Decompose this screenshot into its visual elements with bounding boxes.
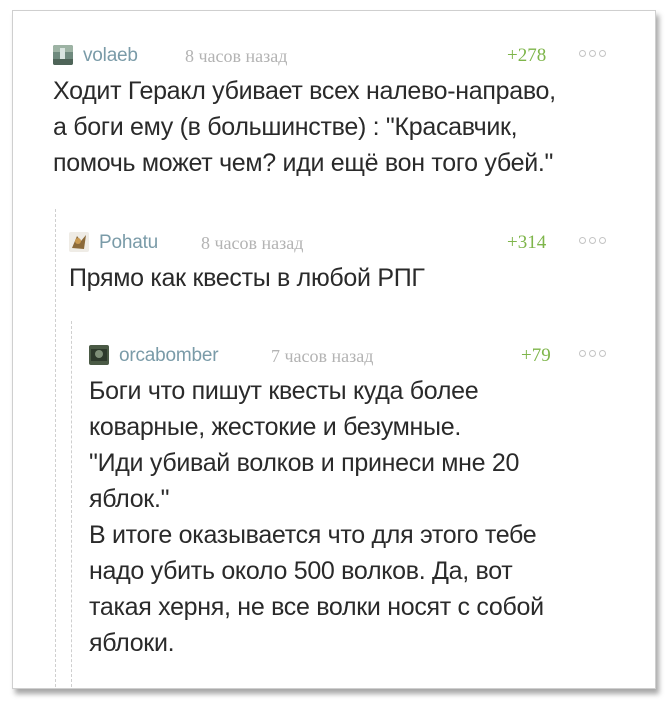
more-options-icon[interactable]	[579, 237, 606, 244]
thread-line-level-1	[55, 209, 56, 687]
thread-line-level-2	[71, 321, 72, 687]
comment-paragraph: Боги что пишут квесты куда более коварны…	[89, 377, 479, 441]
rating: +278	[507, 45, 547, 66]
comment-meta: orcabomber 7 часов назад +79	[89, 345, 623, 373]
comment-paragraph: В итоге оказывается что для этого тебе н…	[89, 521, 544, 657]
username[interactable]: volaeb	[83, 45, 138, 67]
comment-volaeb: volaeb 8 часов назад +278 Ходит Геракл у…	[53, 45, 623, 181]
more-options-icon[interactable]	[579, 50, 606, 57]
comment-meta: volaeb 8 часов назад +278	[53, 45, 623, 73]
orca-avatar-icon[interactable]	[89, 345, 109, 365]
rating: +314	[507, 232, 547, 253]
comment-meta: Pohatu 8 часов назад +314	[69, 232, 623, 260]
comment-body: Прямо как квесты в любой РПГ	[69, 264, 425, 292]
comment-paragraph: "Иди убивай волков и принеси мне 20 ябло…	[89, 449, 520, 513]
timestamp[interactable]: 7 часов назад	[271, 346, 373, 367]
comment-text: Боги что пишут квесты куда более коварны…	[89, 373, 623, 661]
more-options-icon[interactable]	[579, 350, 606, 357]
comment-pohatu: Pohatu 8 часов назад +314 Прямо как квес…	[69, 232, 623, 296]
comment-text: Прямо как квесты в любой РПГ	[69, 260, 623, 296]
timestamp[interactable]: 8 часов назад	[201, 233, 303, 254]
comment-text: Ходит Геракл убивает всех налево-направо…	[53, 73, 623, 181]
rating: +79	[521, 345, 551, 366]
bionicle-avatar-icon[interactable]	[69, 232, 89, 252]
comment-body: Ходит Геракл убивает всех налево-направо…	[53, 77, 556, 177]
comment-orcabomber: orcabomber 7 часов назад +79 Боги что пи…	[89, 345, 623, 661]
username[interactable]: orcabomber	[119, 345, 219, 367]
waterfall-avatar-icon[interactable]	[53, 45, 73, 65]
timestamp[interactable]: 8 часов назад	[185, 46, 287, 67]
screenshot-frame: volaeb 8 часов назад +278 Ходит Геракл у…	[12, 10, 656, 689]
username[interactable]: Pohatu	[99, 232, 158, 254]
